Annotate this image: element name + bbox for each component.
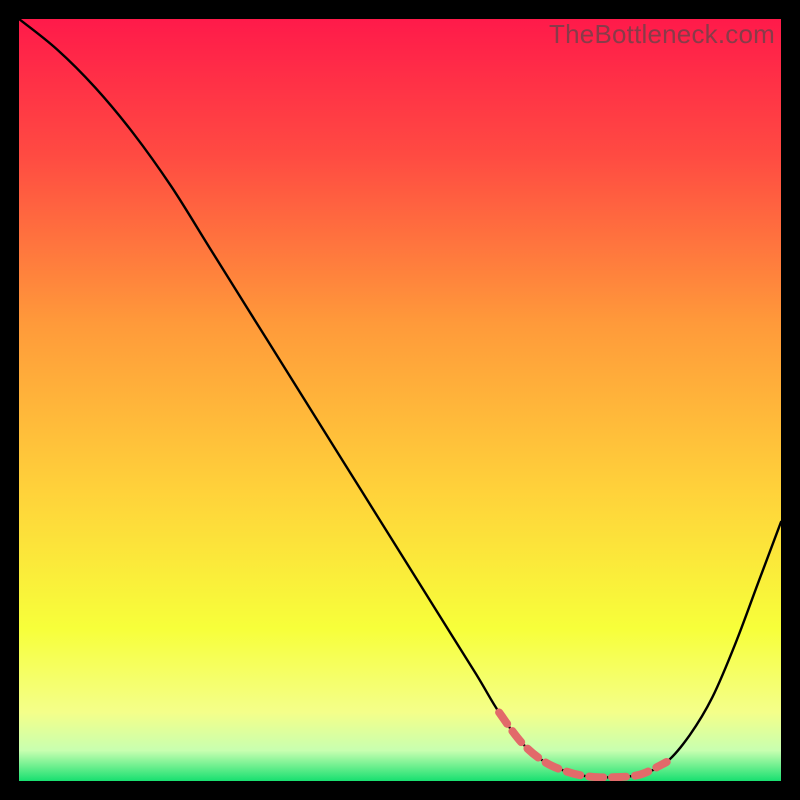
chart-frame: TheBottleneck.com [17, 17, 783, 783]
plot-area: TheBottleneck.com [19, 19, 781, 781]
curve-layer [19, 19, 781, 781]
bottleneck-curve [19, 19, 781, 777]
